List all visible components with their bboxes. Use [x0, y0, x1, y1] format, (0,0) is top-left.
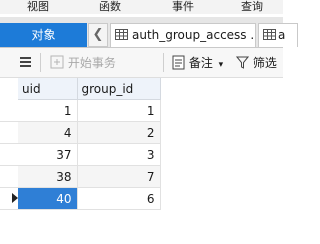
- table-row-current[interactable]: 40 6: [0, 187, 161, 210]
- menu-icon[interactable]: [20, 57, 31, 67]
- cell-uid[interactable]: 38: [18, 165, 78, 188]
- menu-query[interactable]: 查询: [241, 0, 263, 14]
- cell-uid[interactable]: 4: [18, 121, 78, 144]
- cell-group-id[interactable]: 1: [77, 99, 161, 122]
- column-header-uid[interactable]: uid: [18, 78, 78, 100]
- cell-group-id[interactable]: 7: [77, 165, 161, 188]
- tab-auth-group-access[interactable]: auth_group_access ...: [110, 23, 256, 47]
- filter-label: 筛选: [252, 56, 277, 70]
- filter-icon: [235, 56, 250, 69]
- table-row[interactable]: 4 2: [0, 121, 161, 144]
- cell-group-id[interactable]: 2: [77, 121, 161, 144]
- menu-functions[interactable]: 函数: [99, 0, 121, 14]
- toolbar: 开始事务 备注 ▾ 筛选: [0, 48, 283, 78]
- begin-transaction-label: 开始事务: [67, 56, 116, 70]
- tab-objects[interactable]: 对象: [0, 23, 87, 47]
- tab-second-table[interactable]: a: [258, 23, 298, 47]
- memo-icon: [172, 55, 185, 70]
- tab-scroll-left-icon[interactable]: ❮: [88, 23, 108, 47]
- row-indicator: [0, 121, 18, 144]
- current-row-arrow-icon: [12, 192, 18, 203]
- menu-view[interactable]: 视图: [27, 0, 49, 14]
- table-row[interactable]: 37 3: [0, 143, 161, 166]
- row-indicator: [0, 165, 18, 188]
- table-row[interactable]: 38 7: [0, 165, 161, 188]
- row-indicator: [0, 99, 18, 122]
- cell-uid-selected[interactable]: 40: [18, 187, 78, 210]
- tab-label: auth_group_access ...: [132, 28, 256, 42]
- row-indicator-header: [0, 78, 18, 100]
- table-row[interactable]: 1 1: [0, 99, 161, 122]
- column-header-group-id[interactable]: group_id: [77, 78, 161, 100]
- dropdown-arrow-icon[interactable]: ▾: [219, 60, 224, 70]
- filter-button[interactable]: 筛选: [235, 54, 277, 72]
- toolbar-separator: [163, 53, 164, 72]
- tab-strip: 对象 ❮ auth_group_access ... a: [0, 17, 298, 48]
- memo-button[interactable]: 备注 ▾: [172, 54, 223, 72]
- cell-group-id[interactable]: 3: [77, 143, 161, 166]
- menu-events[interactable]: 事件: [172, 0, 194, 14]
- header-row: uid group_id: [0, 78, 161, 100]
- cell-uid[interactable]: 37: [18, 143, 78, 166]
- transaction-icon: [50, 55, 64, 69]
- data-grid: uid group_id 1 1 4 2 37 3 38 7 40 6: [0, 78, 161, 210]
- current-row-indicator: [0, 187, 18, 210]
- memo-label: 备注: [188, 56, 213, 70]
- table-icon: [115, 29, 128, 40]
- tab-label: a: [278, 28, 286, 42]
- row-indicator: [0, 143, 18, 166]
- cell-uid[interactable]: 1: [18, 99, 78, 122]
- begin-transaction-button[interactable]: 开始事务: [50, 54, 116, 72]
- cell-group-id[interactable]: 6: [77, 187, 161, 210]
- table-icon: [263, 29, 276, 40]
- toolbar-separator: [40, 53, 41, 72]
- menu-bar: 视图 函数 事件 查询: [0, 0, 283, 14]
